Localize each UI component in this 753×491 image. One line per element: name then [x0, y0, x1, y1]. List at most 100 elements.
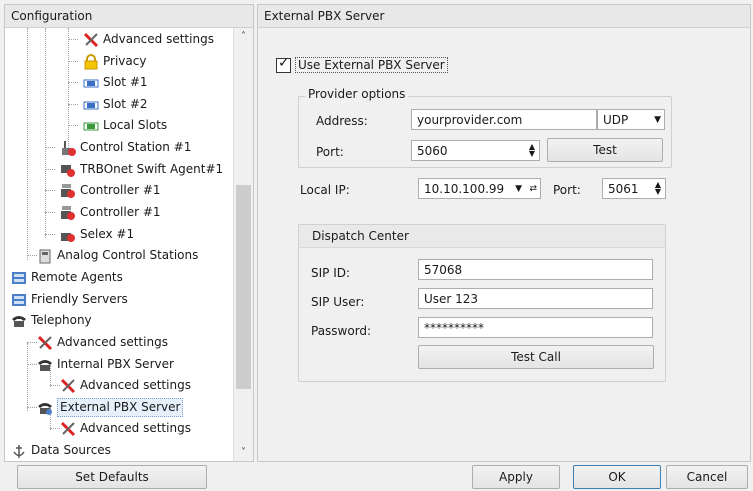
test-call-button[interactable]: Test Call — [418, 345, 654, 369]
lock-icon — [83, 53, 99, 70]
tree-item-label: Slot #1 — [103, 75, 148, 89]
spinner-arrows-icon[interactable]: ▲ ▼ — [653, 181, 663, 196]
tree-item-label: Advanced settings — [103, 32, 214, 46]
sip-id-input[interactable]: 57068 — [418, 259, 653, 280]
telephone-icon — [37, 357, 53, 373]
tree-item-label: Advanced settings — [57, 335, 168, 349]
tree-item-friendly-servers[interactable]: Friendly Servers — [11, 289, 128, 310]
chevron-down-icon: ▼ — [515, 184, 522, 194]
configuration-tree: Advanced settings Privacy Slot #1 Slot #… — [5, 28, 233, 461]
tree-item-label: Analog Control Stations — [57, 248, 199, 262]
scroll-down-arrow-icon[interactable]: ˅ — [234, 444, 253, 461]
tree-item-advanced-settings-external[interactable]: Advanced settings — [60, 418, 191, 439]
tree-item-controller-1b[interactable]: Controller #1 — [60, 202, 161, 223]
tree-item-slot-2[interactable]: Slot #2 — [83, 94, 148, 115]
address-input[interactable]: yourprovider.com — [411, 109, 597, 130]
tools-icon — [83, 32, 99, 48]
test-button[interactable]: Test — [547, 138, 663, 162]
tree-item-selex-1[interactable]: Selex #1 — [60, 224, 134, 245]
slot-icon — [83, 97, 99, 113]
local-port-value: 5061 — [608, 182, 639, 196]
tree-item-label: Remote Agents — [31, 270, 123, 284]
tree-item-advanced-settings-internal[interactable]: Advanced settings — [60, 375, 191, 396]
local-ip-value: 10.10.100.99 — [424, 182, 505, 196]
telephone-icon — [11, 313, 27, 329]
tree-item-label: Friendly Servers — [31, 292, 128, 306]
sip-id-label: SIP ID: — [311, 266, 351, 280]
sip-user-label: SIP User: — [311, 295, 365, 309]
local-slots-icon — [83, 118, 99, 134]
dialog-footer: Set Defaults Apply OK Cancel — [0, 462, 753, 491]
provider-options-title: Provider options — [305, 87, 409, 101]
tree-item-label: Data Sources — [31, 443, 111, 457]
tree-item-privacy[interactable]: Privacy — [83, 51, 146, 72]
tree-item-label: Controller #1 — [80, 183, 161, 197]
tree-item-local-slots[interactable]: Local Slots — [83, 115, 167, 136]
tree-item-label: Local Slots — [103, 118, 168, 132]
tree-item-swift-agent[interactable]: TRBOnet Swift Agent#1 — [60, 159, 223, 180]
checkbox-box[interactable]: ✓ — [276, 54, 291, 73]
tree-item-label: Advanced settings — [80, 421, 191, 435]
dispatch-center-title: Dispatch Center — [312, 229, 409, 243]
tree-item-data-sources[interactable]: Data Sources — [11, 440, 111, 461]
scroll-up-arrow-icon[interactable]: ˄ — [234, 28, 253, 45]
tools-icon — [60, 421, 76, 437]
configuration-panel: Configuration Advanced settings Privacy … — [4, 4, 254, 462]
set-defaults-button[interactable]: Set Defaults — [17, 465, 207, 489]
panel-title: Configuration — [5, 5, 253, 28]
password-label: Password: — [311, 324, 372, 338]
spinner-arrows-icon[interactable]: ▲ ▼ — [527, 143, 537, 158]
tree-item-advanced-settings-telephony[interactable]: Advanced settings — [37, 332, 168, 353]
external-pbx-icon — [37, 400, 53, 416]
protocol-select[interactable]: UDP ▼ — [597, 109, 665, 130]
use-external-pbx-checkbox[interactable]: ✓ Use External PBX Server — [276, 54, 448, 73]
tools-icon — [37, 335, 53, 351]
port-label: Port: — [316, 145, 344, 159]
apply-button[interactable]: Apply — [472, 465, 560, 489]
tree-item-control-station-1[interactable]: Control Station #1 — [60, 137, 191, 158]
tree-item-label: Control Station #1 — [80, 140, 192, 154]
tree-item-internal-pbx-server[interactable]: Internal PBX Server — [37, 354, 174, 375]
protocol-value: UDP — [603, 113, 629, 127]
slot-icon — [83, 75, 99, 91]
tree-item-advanced-settings[interactable]: Advanced settings — [83, 29, 214, 50]
control-station-icon — [60, 140, 76, 156]
sip-user-input[interactable]: User 123 — [418, 288, 653, 309]
swift-agent-icon — [60, 162, 76, 178]
tree-item-label: Controller #1 — [80, 205, 161, 219]
password-input[interactable]: ********** — [418, 317, 653, 338]
tree-item-external-pbx-server[interactable]: External PBX Server — [37, 397, 184, 418]
tree-item-label: TRBOnet Swift Agent#1 — [80, 162, 224, 176]
servers-icon — [11, 292, 27, 308]
tree-item-telephony[interactable]: Telephony — [11, 310, 92, 331]
tree-scrollbar[interactable]: ˄ ˅ — [233, 28, 253, 461]
tree-item-analog-control-stations[interactable]: Analog Control Stations — [37, 245, 198, 266]
ok-button[interactable]: OK — [573, 465, 661, 489]
local-ip-select[interactable]: 10.10.100.99 ▼ ⇄ — [418, 178, 541, 199]
chevron-down-icon: ▼ — [654, 115, 661, 125]
tree-item-slot-1[interactable]: Slot #1 — [83, 72, 148, 93]
refresh-icon[interactable]: ⇄ — [529, 179, 537, 200]
local-port-stepper[interactable]: 5061 ▲ ▼ — [602, 178, 666, 199]
controller-icon — [60, 205, 76, 221]
controller-icon — [60, 183, 76, 199]
tree-item-label: Privacy — [103, 54, 147, 68]
port-value: 5060 — [417, 144, 448, 158]
tools-icon — [60, 378, 76, 394]
selex-icon — [60, 227, 76, 243]
cancel-button[interactable]: Cancel — [666, 465, 748, 489]
remote-agents-icon — [11, 270, 27, 286]
tree-item-label: Selex #1 — [80, 227, 135, 241]
address-label: Address: — [316, 114, 368, 128]
checkmark-icon: ✓ — [278, 54, 290, 71]
port-stepper[interactable]: 5060 ▲ ▼ — [411, 140, 540, 161]
scrollbar-thumb[interactable] — [236, 185, 251, 389]
data-sources-icon — [11, 443, 27, 459]
analog-stations-icon — [37, 248, 53, 264]
tree-item-controller-1[interactable]: Controller #1 — [60, 180, 161, 201]
tree-item-label: External PBX Server — [57, 398, 184, 417]
tree-item-remote-agents[interactable]: Remote Agents — [11, 267, 123, 288]
local-ip-label: Local IP: — [300, 183, 350, 197]
checkbox-label[interactable]: Use External PBX Server — [295, 57, 448, 73]
settings-title: External PBX Server — [258, 5, 750, 28]
